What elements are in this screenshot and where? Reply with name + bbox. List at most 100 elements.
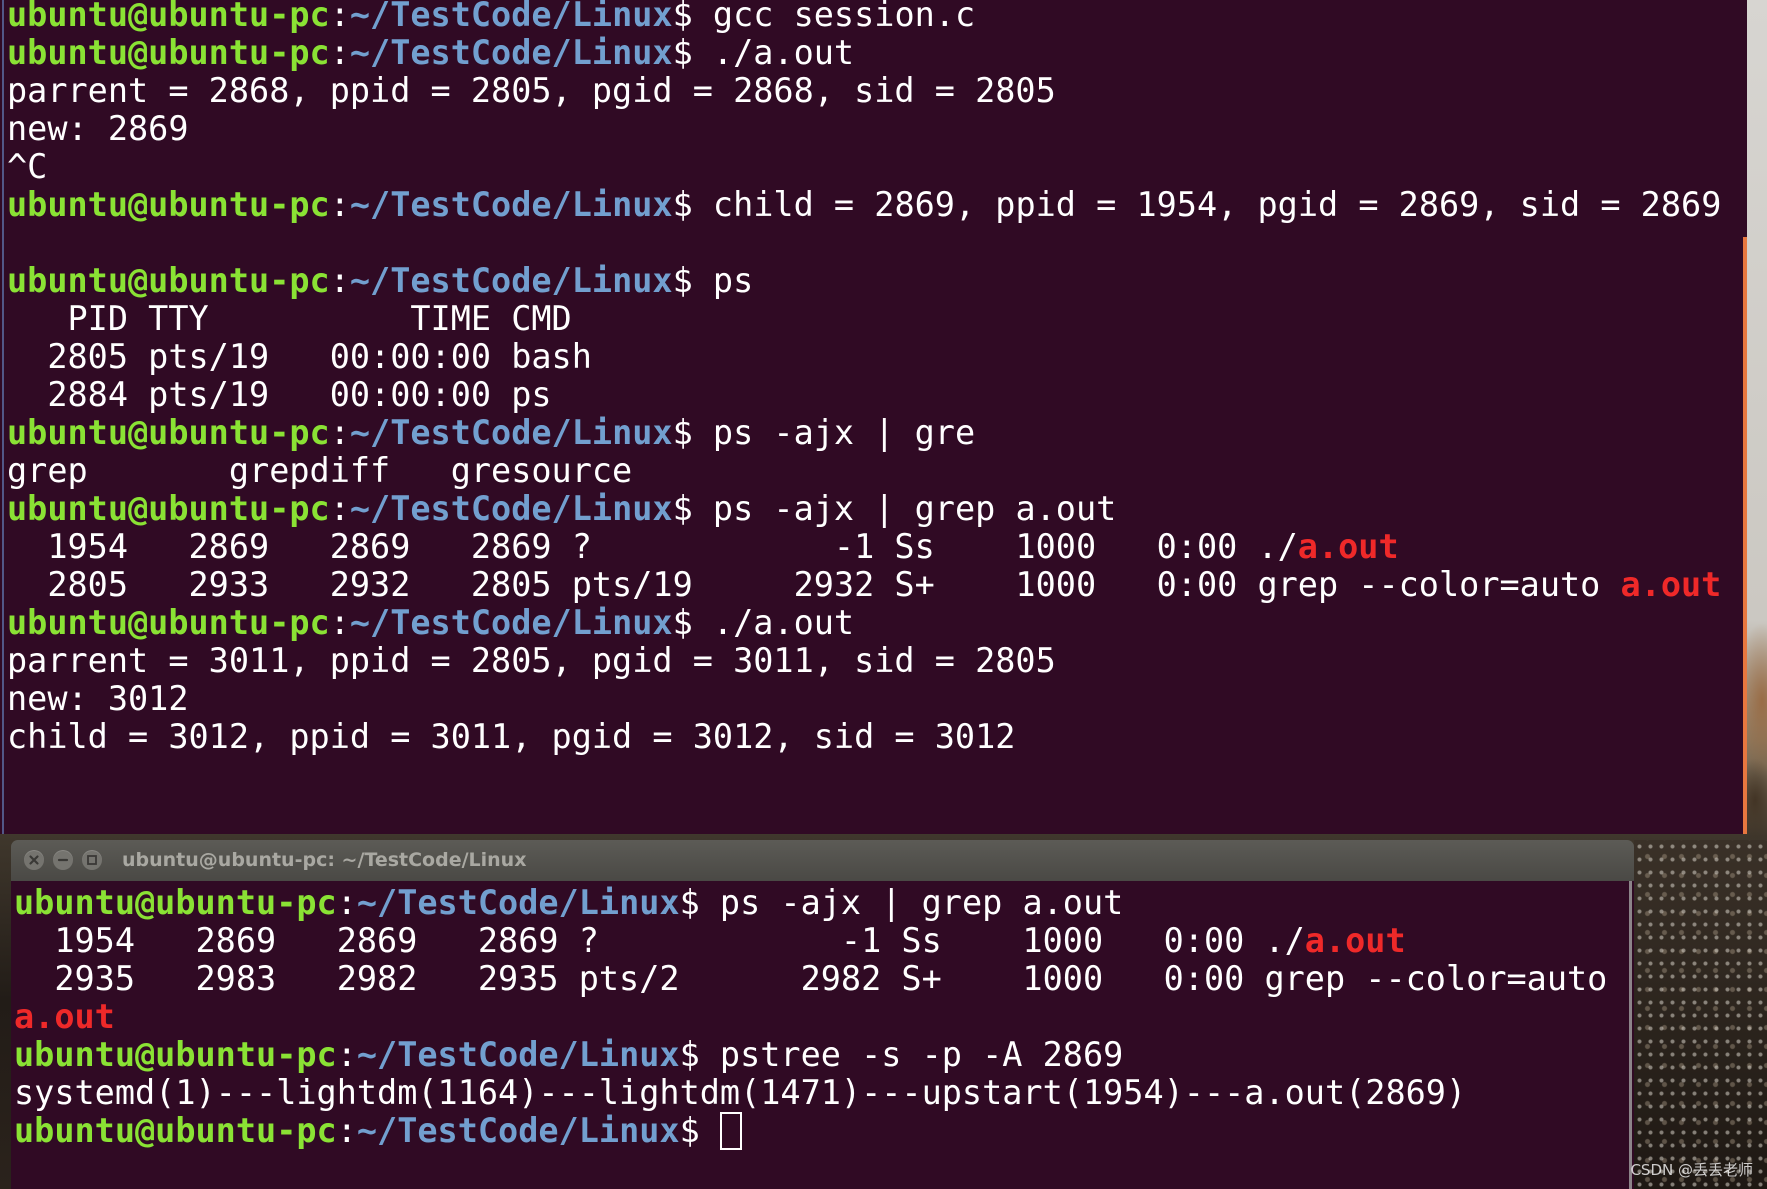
prompt-path: ~/TestCode/Linux (349, 0, 673, 34)
output-line: 1954 2869 2869 2869 ? -1 Ss 1000 0:00 ./… (14, 922, 1607, 960)
prompt-user-host: ubuntu@ubuntu-pc (7, 489, 330, 528)
output-text: ^C (7, 147, 48, 186)
scrollbar[interactable] (1629, 881, 1632, 1189)
output-text: 2805 2933 2932 2805 pts/19 2932 S+ 1000 … (7, 565, 1621, 604)
prompt-symbol: $ (679, 883, 720, 922)
terminal-output[interactable]: ubuntu@ubuntu-pc:~/TestCode/Linux$ ps -a… (14, 884, 1607, 1150)
prompt-user-host: ubuntu@ubuntu-pc (7, 185, 330, 224)
grep-match-text: a.out (1304, 921, 1406, 960)
prompt-line: ubuntu@ubuntu-pc:~/TestCode/Linux$ (14, 1112, 1607, 1150)
prompt-line: ubuntu@ubuntu-pc:~/TestCode/Linux$ ./a.o… (7, 34, 1721, 72)
prompt-user-host: ubuntu@ubuntu-pc (14, 1035, 337, 1074)
prompt-symbol: $ (672, 185, 713, 224)
prompt-path: ~/TestCode/Linux (349, 261, 673, 300)
prompt-separator: : (329, 185, 350, 224)
prompt-path: ~/TestCode/Linux (349, 413, 673, 452)
prompt-symbol: $ (679, 1111, 720, 1150)
output-line: 1954 2869 2869 2869 ? -1 Ss 1000 0:00 ./… (7, 528, 1721, 566)
output-text: grep grepdiff gresource (7, 451, 633, 490)
prompt-line: ubuntu@ubuntu-pc:~/TestCode/Linux$ ./a.o… (7, 604, 1721, 642)
output-text: 2805 pts/19 00:00:00 bash (7, 337, 592, 376)
output-line: a.out (14, 998, 1607, 1036)
terminal-window-bottom[interactable]: ubuntu@ubuntu-pc: ~/TestCode/Linux ubunt… (11, 840, 1634, 1189)
terminal-content[interactable]: ubuntu@ubuntu-pc:~/TestCode/Linux$ ps -a… (11, 881, 1634, 1189)
minimize-icon (57, 858, 69, 862)
prompt-separator: : (336, 1111, 357, 1150)
prompt-symbol: $ (672, 261, 713, 300)
watermark: CSDN @丢丢老师 (1630, 1161, 1753, 1179)
prompt-separator: : (329, 261, 350, 300)
command-text: ps -ajx | grep a.out (719, 883, 1124, 922)
prompt-path: ~/TestCode/Linux (356, 1035, 680, 1074)
prompt-symbol: $ (679, 1035, 720, 1074)
prompt-line: ubuntu@ubuntu-pc:~/TestCode/Linux$ ps -a… (14, 884, 1607, 922)
output-line: new: 3012 (7, 680, 1721, 718)
prompt-separator: : (336, 883, 357, 922)
close-icon (29, 855, 39, 865)
terminal-output[interactable]: ubuntu@ubuntu-pc:~/TestCode/Linux$ gcc s… (7, 0, 1721, 756)
command-text: pstree -s -p -A 2869 (719, 1035, 1124, 1074)
output-line: ^C (7, 148, 1721, 186)
grep-match-text: a.out (14, 997, 115, 1036)
close-button[interactable] (24, 850, 44, 870)
window-title: ubuntu@ubuntu-pc: ~/TestCode/Linux (122, 849, 527, 871)
prompt-path: ~/TestCode/Linux (356, 883, 680, 922)
output-text: parrent = 2868, ppid = 2805, pgid = 2868… (7, 71, 1056, 110)
output-text: 2884 pts/19 00:00:00 ps (7, 375, 552, 414)
prompt-separator: : (329, 603, 350, 642)
prompt-user-host: ubuntu@ubuntu-pc (7, 413, 330, 452)
prompt-separator: : (329, 489, 350, 528)
window-edge (2, 0, 4, 834)
prompt-path: ~/TestCode/Linux (349, 603, 673, 642)
output-text: child = 3012, ppid = 3011, pgid = 3012, … (7, 717, 1016, 756)
prompt-separator: : (329, 413, 350, 452)
output-text: new: 3012 (7, 679, 189, 718)
prompt-line: ubuntu@ubuntu-pc:~/TestCode/Linux$ child… (7, 186, 1721, 224)
output-line: grep grepdiff gresource (7, 452, 1721, 490)
prompt-symbol: $ (672, 0, 713, 34)
output-line: 2884 pts/19 00:00:00 ps (7, 376, 1721, 414)
grep-match-text: a.out (1297, 527, 1399, 566)
desktop-wallpaper (1634, 840, 1767, 1189)
terminal-window-top[interactable]: ubuntu@ubuntu-pc:~/TestCode/Linux$ gcc s… (0, 0, 1747, 834)
maximize-icon (87, 855, 97, 865)
prompt-line: ubuntu@ubuntu-pc:~/TestCode/Linux$ ps -a… (7, 414, 1721, 452)
command-text: child = 2869, ppid = 1954, pgid = 2869, … (712, 185, 1722, 224)
prompt-symbol: $ (672, 413, 713, 452)
prompt-user-host: ubuntu@ubuntu-pc (7, 603, 330, 642)
prompt-user-host: ubuntu@ubuntu-pc (7, 0, 330, 34)
prompt-user-host: ubuntu@ubuntu-pc (7, 33, 330, 72)
prompt-line: ubuntu@ubuntu-pc:~/TestCode/Linux$ gcc s… (7, 0, 1721, 34)
output-text: 1954 2869 2869 2869 ? -1 Ss 1000 0:00 ./ (14, 921, 1305, 960)
command-text: ps -ajx | gre (712, 413, 976, 452)
prompt-user-host: ubuntu@ubuntu-pc (7, 261, 330, 300)
prompt-symbol: $ (672, 603, 713, 642)
prompt-path: ~/TestCode/Linux (349, 33, 673, 72)
output-line: PID TTY TIME CMD (7, 300, 1721, 338)
maximize-button[interactable] (82, 850, 102, 870)
output-text: parrent = 3011, ppid = 2805, pgid = 3011… (7, 641, 1056, 680)
output-line: parrent = 3011, ppid = 2805, pgid = 3011… (7, 642, 1721, 680)
minimize-button[interactable] (53, 850, 73, 870)
output-text: new: 2869 (7, 109, 189, 148)
command-text: ./a.out (712, 33, 855, 72)
prompt-path: ~/TestCode/Linux (356, 1111, 680, 1150)
prompt-line: ubuntu@ubuntu-pc:~/TestCode/Linux$ ps -a… (7, 490, 1721, 528)
output-line: new: 2869 (7, 110, 1721, 148)
terminal-cursor (719, 1112, 742, 1150)
prompt-line: ubuntu@ubuntu-pc:~/TestCode/Linux$ pstre… (14, 1036, 1607, 1074)
prompt-line: ubuntu@ubuntu-pc:~/TestCode/Linux$ ps (7, 262, 1721, 300)
output-text: systemd(1)---lightdm(1164)---lightdm(147… (14, 1073, 1467, 1112)
scrollbar[interactable] (1743, 237, 1747, 834)
command-text: ps (712, 261, 754, 300)
title-bar[interactable]: ubuntu@ubuntu-pc: ~/TestCode/Linux (11, 840, 1634, 881)
prompt-symbol: $ (672, 489, 713, 528)
output-line: 2805 pts/19 00:00:00 bash (7, 338, 1721, 376)
output-line: parrent = 2868, ppid = 2805, pgid = 2868… (7, 72, 1721, 110)
prompt-separator: : (329, 0, 350, 34)
output-line: child = 3012, ppid = 3011, pgid = 3012, … (7, 718, 1721, 756)
output-line: systemd(1)---lightdm(1164)---lightdm(147… (14, 1074, 1607, 1112)
prompt-separator: : (336, 1035, 357, 1074)
command-text: ps -ajx | grep a.out (712, 489, 1117, 528)
